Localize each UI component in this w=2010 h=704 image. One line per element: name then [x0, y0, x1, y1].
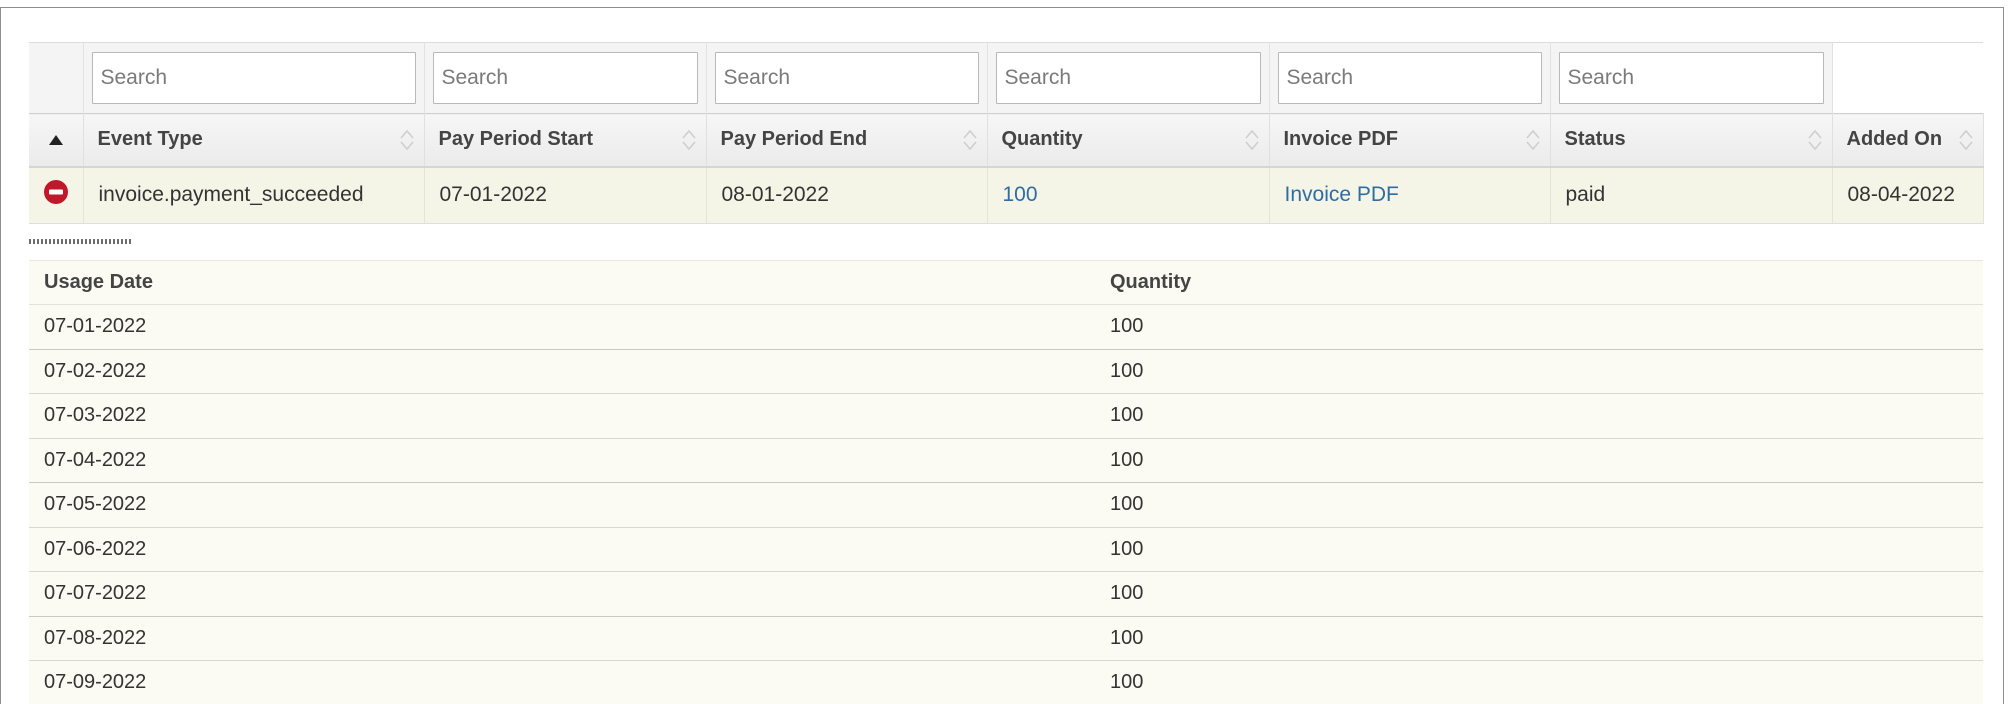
sort-both-icon	[681, 129, 696, 150]
header-row: Event Type Pay Period Start Pay Period E…	[29, 113, 1984, 168]
usage-cell-date: 07-06-2022	[29, 527, 1095, 572]
usage-row: 07-09-2022 100	[29, 660, 1983, 704]
sort-both-icon	[1244, 129, 1259, 150]
column-header-label: Status	[1564, 128, 1626, 151]
usage-row: 07-06-2022 100	[29, 527, 1983, 572]
search-input-event-type[interactable]	[91, 52, 416, 104]
usage-row: 07-04-2022 100	[29, 438, 1983, 483]
cell-pay-period-start: 07-01-2022	[424, 166, 707, 224]
usage-cell-quantity: 100	[1095, 616, 1983, 661]
search-input-quantity[interactable]	[995, 52, 1261, 104]
cell-event-type: invoice.payment_succeeded	[83, 166, 425, 224]
usage-cell-quantity: 100	[1095, 571, 1983, 617]
cell-invoice-pdf: Invoice PDF	[1269, 166, 1551, 224]
column-header-invoice-pdf[interactable]: Invoice PDF	[1269, 113, 1551, 168]
usage-cell-date: 07-08-2022	[29, 616, 1095, 661]
sort-both-icon	[962, 129, 977, 150]
usage-header-date: Usage Date	[29, 260, 1095, 305]
resize-handle[interactable]	[29, 239, 131, 244]
column-header-label: Pay Period Start	[438, 128, 594, 151]
column-header-label: Event Type	[97, 128, 203, 151]
invoice-pdf-link[interactable]: Invoice PDF	[1285, 183, 1399, 206]
search-input-status[interactable]	[1558, 52, 1824, 104]
column-header-label: Invoice PDF	[1283, 128, 1398, 151]
usage-cell-date: 07-09-2022	[29, 660, 1095, 704]
filter-blank-cell	[1832, 42, 1983, 114]
column-header-expand[interactable]	[29, 113, 84, 168]
usage-cell-quantity: 100	[1095, 482, 1983, 528]
sort-both-icon	[399, 129, 414, 150]
row-toggle-cell[interactable]	[29, 166, 84, 224]
usage-row: 07-01-2022 100	[29, 304, 1983, 350]
column-header-quantity[interactable]: Quantity	[987, 113, 1270, 168]
column-header-label: Quantity	[1001, 128, 1083, 151]
sort-both-icon	[1525, 129, 1540, 150]
usage-row: 07-02-2022 100	[29, 349, 1983, 394]
usage-cell-quantity: 100	[1095, 527, 1983, 572]
column-header-status[interactable]: Status	[1550, 113, 1833, 168]
cell-added-on: 08-04-2022	[1832, 166, 1984, 224]
usage-cell-quantity: 100	[1095, 438, 1983, 483]
usage-row: 07-03-2022 100	[29, 393, 1983, 439]
quantity-link[interactable]: 100	[1003, 183, 1038, 206]
usage-row: 07-05-2022 100	[29, 482, 1983, 528]
filter-cell	[706, 42, 988, 114]
cell-pay-period-end: 08-01-2022	[706, 166, 988, 224]
data-grid: Event Type Pay Period Start Pay Period E…	[29, 42, 1984, 224]
usage-cell-quantity: 100	[1095, 349, 1983, 394]
usage-cell-quantity: 100	[1095, 304, 1983, 350]
sort-asc-icon	[48, 135, 63, 146]
collapse-row-icon[interactable]	[43, 179, 69, 205]
usage-cell-quantity: 100	[1095, 660, 1983, 704]
filter-cell	[987, 42, 1270, 114]
table-row[interactable]: invoice.payment_succeeded 07-01-2022 08-…	[29, 166, 1984, 224]
column-header-pay-period-start[interactable]: Pay Period Start	[424, 113, 707, 168]
column-header-pay-period-end[interactable]: Pay Period End	[706, 113, 988, 168]
usage-row: 07-07-2022 100	[29, 571, 1983, 617]
usage-cell-date: 07-01-2022	[29, 304, 1095, 350]
usage-table: Usage Date Quantity 07-01-2022 100 07-02-2…	[29, 260, 1983, 704]
main-table: Event Type Pay Period Start Pay Period E…	[29, 42, 1984, 224]
usage-cell-date: 07-07-2022	[29, 571, 1095, 617]
sort-both-icon	[1807, 129, 1822, 150]
column-header-event-type[interactable]: Event Type	[83, 113, 425, 168]
filter-blank-cell	[29, 42, 84, 114]
usage-detail-panel: Usage Date Quantity 07-01-2022 100 07-02-2…	[29, 260, 1983, 704]
filter-cell	[1269, 42, 1551, 114]
filter-row	[29, 42, 1983, 114]
usage-cell-date: 07-04-2022	[29, 438, 1095, 483]
sort-both-icon	[1958, 129, 1973, 150]
column-header-added-on[interactable]: Added On	[1832, 113, 1984, 168]
usage-cell-date: 07-05-2022	[29, 482, 1095, 528]
search-input-invoice-pdf[interactable]	[1277, 52, 1542, 104]
search-input-pay-period-start[interactable]	[432, 52, 698, 104]
usage-header-row: Usage Date Quantity	[29, 260, 1983, 305]
usage-cell-quantity: 100	[1095, 393, 1983, 439]
search-input-pay-period-end[interactable]	[714, 52, 979, 104]
column-header-label: Added On	[1846, 128, 1943, 151]
grid-frame: Event Type Pay Period Start Pay Period E…	[0, 7, 2004, 704]
cell-quantity: 100	[987, 166, 1270, 224]
usage-row: 07-08-2022 100	[29, 616, 1983, 661]
usage-header-quantity: Quantity	[1095, 260, 1983, 305]
usage-cell-date: 07-02-2022	[29, 349, 1095, 394]
filter-cell	[1550, 42, 1833, 114]
filter-cell	[424, 42, 707, 114]
filter-cell	[83, 42, 425, 114]
cell-status: paid	[1550, 166, 1833, 224]
usage-cell-date: 07-03-2022	[29, 393, 1095, 439]
column-header-label: Pay Period End	[720, 128, 868, 151]
